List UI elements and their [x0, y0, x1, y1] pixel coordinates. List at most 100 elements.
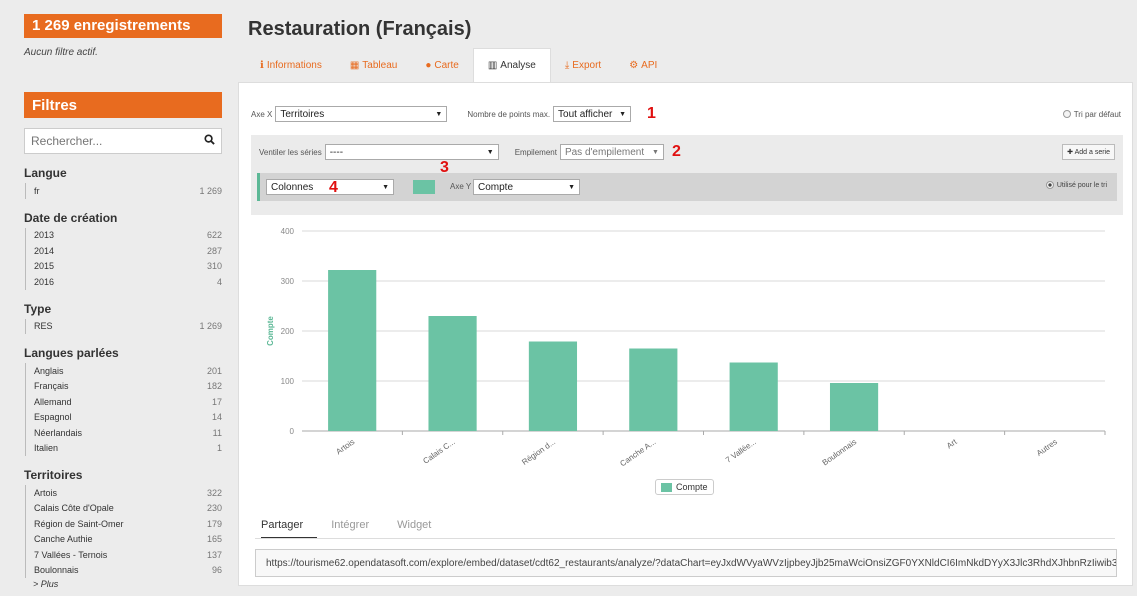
facet-title: Date de création — [24, 210, 118, 225]
facet-item[interactable]: Italien 1 — [34, 441, 222, 457]
facet-item[interactable]: Région de Saint-Omer 179 — [34, 516, 222, 532]
x-tick-label: Autres — [1035, 437, 1059, 458]
x-tick-label: Canche A... — [618, 437, 657, 468]
facet-item[interactable]: Boulonnais 96 — [34, 563, 222, 579]
facet-title: Territoires — [24, 468, 83, 482]
facet-item[interactable]: 2016 4 — [34, 274, 222, 290]
y-tick-label: 400 — [281, 227, 295, 236]
facet-item-label: Anglais — [34, 365, 64, 376]
share-url-field[interactable]: https://tourisme62.opendatasoft.com/expl… — [255, 549, 1117, 577]
facet-item-label: Canche Authie — [34, 534, 93, 545]
stacking-select[interactable]: Pas d'empilement ▼ — [559, 144, 664, 160]
axe-x-value: Territoires — [280, 108, 325, 120]
tab-api[interactable]: ⚙ API — [615, 48, 671, 82]
facet-item-label: Boulonnais — [34, 565, 79, 576]
facet-item-label: 7 Vallées - Ternois — [34, 549, 108, 560]
marker-3: 3 — [440, 159, 449, 176]
bar — [428, 316, 477, 431]
tab-widget[interactable]: Widget — [397, 515, 445, 539]
facet-item-label: Région de Saint-Omer — [34, 518, 124, 529]
facet-item[interactable]: Canche Authie 165 — [34, 532, 222, 548]
facet-item-label: Français — [34, 381, 69, 392]
y-tick-label: 100 — [281, 377, 295, 386]
facet-item[interactable]: Espagnol 14 — [34, 410, 222, 426]
add-series-label: Add a serie — [1074, 149, 1110, 156]
bar-chart-icon: ▥ — [487, 60, 498, 71]
tab-analyse[interactable]: ▥ Analyse — [472, 48, 551, 82]
tab-bar: ℹ Informations ▦ Tableau ● Carte ▥ Analyse ⤓… — [246, 48, 671, 82]
tab-informations[interactable]: ℹ Informations — [246, 48, 336, 82]
facet-item[interactable]: 2013 622 — [34, 228, 222, 244]
facet-item-label: 2014 — [34, 245, 55, 256]
axe-x-select[interactable]: Territoires ▼ — [275, 106, 448, 122]
facet-item[interactable]: 2014 287 — [34, 243, 222, 259]
y-tick-label: 300 — [281, 277, 295, 286]
facet-item-label: Calais Côte d'Opale — [34, 503, 114, 514]
chevron-down-icon: ▼ — [568, 183, 575, 191]
facet-item-count: 1 269 — [199, 321, 222, 332]
search-input[interactable] — [31, 134, 201, 148]
facet-item-label: 2016 — [34, 276, 55, 287]
facet-item-count: 179 — [206, 518, 222, 529]
legend-swatch — [661, 482, 672, 492]
chevron-down-icon: ▼ — [619, 110, 627, 118]
default-sort-option[interactable]: Tri par défaut — [1062, 110, 1121, 119]
marker-4: 4 — [329, 179, 338, 196]
y-tick-label: 0 — [290, 427, 295, 436]
x-tick-label: Art — [945, 437, 959, 451]
facet-item-count: 1 — [216, 443, 222, 454]
facet-item-label: 2015 — [34, 261, 55, 272]
facet-langue: Langue fr 1 269 — [24, 166, 222, 199]
facet-item[interactable]: Néerlandais 11 — [34, 425, 222, 441]
facet-item[interactable]: Français 182 — [34, 379, 222, 395]
facet-item[interactable]: fr 1 269 — [34, 183, 222, 199]
facet-item[interactable]: 2015 310 — [34, 259, 222, 275]
add-series-button[interactable]: ✚ Add a serie — [1062, 144, 1115, 160]
facet-item[interactable]: Allemand 17 — [34, 394, 222, 410]
max-points-label: Nombre de points max. — [467, 109, 551, 119]
x-tick-label: Boulonnais — [821, 437, 859, 467]
facet-item-count: 322 — [206, 487, 222, 498]
search-icon[interactable] — [204, 134, 215, 148]
sidebar: 1 269 enregistrements Aucun filtre actif… — [0, 0, 236, 596]
chart-legend[interactable]: Compte — [655, 479, 714, 495]
chevron-down-icon: ▼ — [435, 110, 443, 118]
used-for-sort-option[interactable]: Utilisé pour le tri — [1045, 181, 1107, 189]
facet-item[interactable]: Artois 322 — [34, 485, 222, 501]
tab-tableau[interactable]: ▦ Tableau — [336, 48, 411, 82]
facet-item[interactable]: Calais Côte d'Opale 230 — [34, 501, 222, 517]
tab-carte[interactable]: ● Carte — [411, 48, 473, 82]
record-count: 1 269 enregistrements — [24, 14, 222, 38]
used-for-sort-label: Utilisé pour le tri — [1056, 181, 1107, 189]
x-tick-label: Région d... — [520, 437, 557, 467]
tab-integrer[interactable]: Intégrer — [331, 515, 383, 539]
facet-item[interactable]: 7 Vallées - Ternois 137 — [34, 547, 222, 563]
facet-item[interactable]: RES 1 269 — [34, 319, 222, 335]
x-tick-label: Calais C... — [421, 437, 456, 466]
facet-item-count: 4 — [216, 276, 222, 287]
axe-y-value: Compte — [478, 181, 514, 193]
axe-y-select[interactable]: Compte ▼ — [473, 179, 580, 195]
facet-item[interactable]: Anglais 201 — [34, 363, 222, 379]
max-points-select[interactable]: Tout afficher ▼ — [553, 106, 632, 122]
axe-x-label: Axe X — [251, 109, 273, 119]
more-link[interactable]: > Plus — [24, 579, 222, 589]
chevron-down-icon: ▼ — [382, 183, 389, 191]
search-box — [24, 128, 222, 154]
split-value: ---- — [329, 146, 344, 158]
y-axis-title: Compte — [266, 316, 275, 346]
x-tick-label: 7 Vallée... — [724, 437, 758, 464]
bar — [528, 341, 578, 431]
series-color-swatch[interactable] — [413, 180, 435, 194]
facet-item-count: 182 — [206, 381, 222, 392]
split-select[interactable]: ---- ▼ — [324, 144, 499, 160]
chart-type-value: Colonnes — [271, 181, 314, 193]
facet-date: Date de création 2013 622 2014 287 2015 310… — [24, 211, 222, 290]
tab-export[interactable]: ⤓ Export — [551, 48, 615, 82]
facet-territoires: Territoires Artois 322 Calais Côte d'Opal… — [24, 468, 222, 589]
axis-x-row: Axe X Territoires ▼ Nombre de points max.… — [251, 105, 1121, 123]
bar — [729, 362, 778, 431]
x-tick-label: Artois — [334, 437, 356, 456]
tab-partager[interactable]: Partager — [261, 515, 318, 539]
facet-item-label: Espagnol — [34, 412, 72, 423]
